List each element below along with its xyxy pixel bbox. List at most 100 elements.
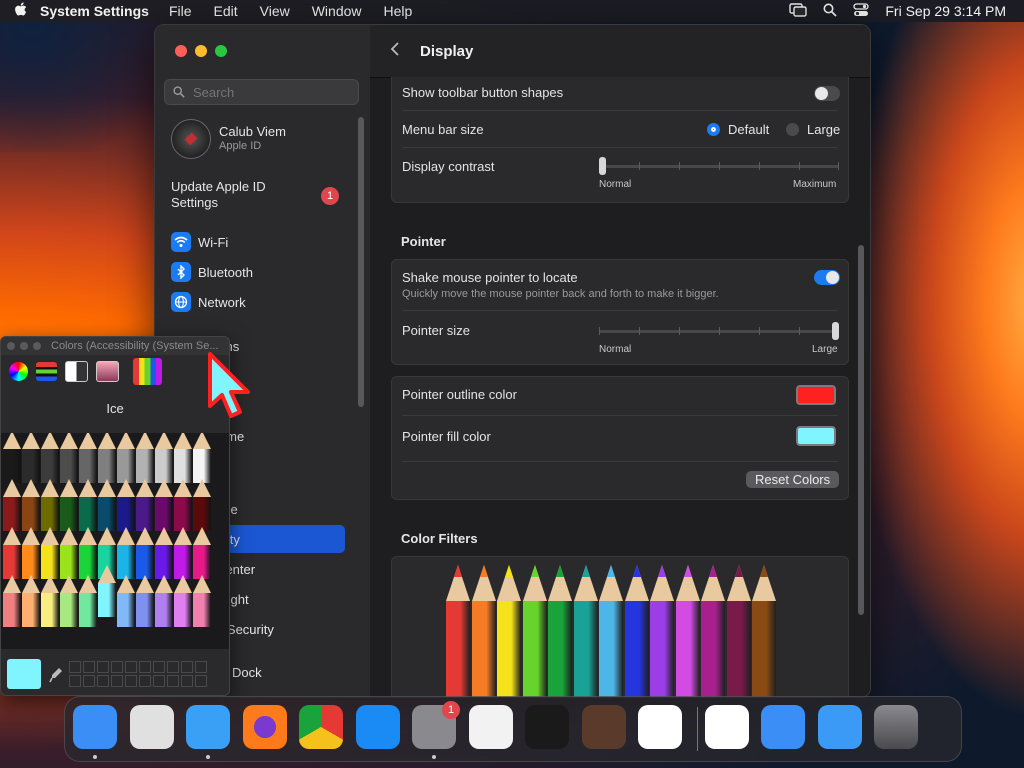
reset-colors-button[interactable]: Reset Colors (746, 471, 840, 488)
minimize-button[interactable] (195, 45, 207, 57)
update-apple-id-item[interactable]: Update Apple ID Settings (171, 179, 301, 211)
pencil-swatch[interactable] (3, 479, 21, 531)
screen-mirroring-icon[interactable] (789, 2, 808, 20)
pencil-swatch[interactable] (117, 575, 135, 627)
pointer-fill-color-well[interactable] (796, 426, 836, 446)
close-button[interactable] (7, 342, 15, 350)
pencil-swatch[interactable] (22, 575, 40, 627)
eyedropper-icon[interactable] (49, 667, 63, 686)
menu-bar-size-large-radio[interactable]: Large (786, 122, 840, 137)
dock-vs-code-icon[interactable] (638, 705, 682, 749)
pencil-swatch[interactable] (98, 433, 116, 483)
menu-help[interactable]: Help (384, 3, 413, 19)
back-icon[interactable] (390, 40, 404, 63)
toolbar-shapes-toggle[interactable] (814, 86, 840, 101)
menu-app-name[interactable]: System Settings (40, 3, 149, 19)
search-input[interactable] (191, 83, 345, 101)
pencil-swatch[interactable] (193, 527, 211, 579)
pencil-swatch[interactable] (174, 433, 192, 483)
menu-view[interactable]: View (260, 3, 290, 19)
pencil-swatch[interactable] (98, 565, 116, 617)
pencil-swatch[interactable] (79, 433, 97, 483)
main-scrollbar[interactable] (858, 245, 864, 615)
slider-knob[interactable] (599, 157, 606, 175)
pencil-swatch[interactable] (155, 433, 173, 483)
pencil-swatch[interactable] (22, 479, 40, 531)
pencil-swatch[interactable] (79, 575, 97, 627)
dock-safari-icon[interactable] (186, 705, 230, 749)
pencil-swatch[interactable] (41, 433, 59, 483)
pencil-swatch[interactable] (136, 575, 154, 627)
dock-visual-studio-icon[interactable] (704, 705, 749, 749)
pencil-swatch[interactable] (60, 433, 78, 483)
minimize-button[interactable] (20, 342, 28, 350)
color-sliders-icon[interactable] (36, 361, 57, 381)
dock-launchpad-icon[interactable] (129, 705, 174, 749)
apple-icon[interactable] (0, 1, 40, 21)
dock-trash-icon[interactable] (874, 705, 918, 749)
pencil-swatch[interactable] (41, 479, 59, 531)
apple-id-profile[interactable]: Calub Viem Apple ID (171, 119, 286, 159)
pencil-swatch[interactable] (174, 479, 192, 531)
control-center-icon[interactable] (853, 2, 870, 20)
pencil-swatch[interactable] (193, 479, 211, 531)
dock-finder-icon[interactable] (73, 705, 117, 749)
dock-chrome-icon[interactable] (299, 705, 343, 749)
color-wheel-icon[interactable] (9, 361, 28, 381)
slider-knob[interactable] (832, 322, 839, 340)
pencils-icon[interactable] (133, 357, 162, 385)
zoom-button[interactable] (33, 342, 41, 350)
custom-color-cells[interactable] (69, 661, 207, 687)
sidebar-search[interactable] (164, 79, 359, 105)
pencil-swatch[interactable] (98, 479, 116, 531)
image-palettes-icon[interactable] (96, 360, 119, 382)
pencil-swatch[interactable] (193, 433, 211, 483)
current-color-swatch[interactable] (7, 659, 41, 689)
menu-file[interactable]: File (169, 3, 192, 19)
menu-edit[interactable]: Edit (214, 3, 238, 19)
pointer-outline-color-well[interactable] (796, 385, 836, 405)
sidebar-scrollbar[interactable] (358, 117, 364, 407)
zoom-button[interactable] (215, 45, 227, 57)
pencil-swatch[interactable] (136, 527, 154, 579)
colors-panel-titlebar[interactable]: Colors (Accessibility (System Se... (1, 337, 229, 355)
pencil-swatch[interactable] (193, 575, 211, 627)
pencil-swatch[interactable] (60, 527, 78, 579)
sidebar-item-bluetooth[interactable]: Bluetooth (171, 261, 253, 283)
shake-pointer-toggle[interactable] (814, 270, 840, 285)
pencil-swatch[interactable] (41, 575, 59, 627)
pencil-swatch[interactable] (22, 433, 40, 483)
menu-bar-size-default-radio[interactable]: Default (707, 122, 769, 137)
color-palettes-icon[interactable] (65, 360, 88, 382)
dock-mail-icon[interactable] (817, 705, 862, 749)
pencil-swatch[interactable] (174, 575, 192, 627)
pencil-swatch[interactable] (117, 479, 135, 531)
pencil-swatch[interactable] (117, 527, 135, 579)
sidebar-item-network[interactable]: Network (171, 291, 246, 313)
menu-window[interactable]: Window (312, 3, 362, 19)
pencil-swatch[interactable] (60, 575, 78, 627)
pencil-swatch[interactable] (136, 433, 154, 483)
pencil-swatch[interactable] (155, 527, 173, 579)
pencil-swatch[interactable] (117, 433, 135, 483)
display-contrast-slider[interactable] (599, 157, 839, 177)
pencil-swatch[interactable] (3, 527, 21, 579)
dock-garageband-icon[interactable] (581, 705, 626, 749)
pencil-swatch[interactable] (155, 479, 173, 531)
spotlight-icon[interactable] (823, 3, 838, 20)
pointer-size-slider[interactable] (599, 322, 839, 342)
pencil-swatch[interactable] (79, 479, 97, 531)
dock-terminal-icon[interactable] (525, 705, 569, 749)
pencil-swatch[interactable] (136, 479, 154, 531)
pencil-swatch[interactable] (41, 527, 59, 579)
pencil-swatch[interactable] (3, 433, 21, 483)
dock-app-store-icon[interactable] (355, 705, 400, 749)
menu-clock[interactable]: Fri Sep 29 3:14 PM (885, 3, 1006, 19)
dock-firefox-icon[interactable] (242, 705, 287, 749)
pencil-swatch[interactable] (22, 527, 40, 579)
pencil-swatch[interactable] (60, 479, 78, 531)
pencil-swatch[interactable] (174, 527, 192, 579)
pencil-swatch[interactable] (79, 527, 97, 579)
pencil-grid[interactable] (1, 433, 229, 649)
dock-textedit-icon[interactable] (468, 705, 513, 749)
